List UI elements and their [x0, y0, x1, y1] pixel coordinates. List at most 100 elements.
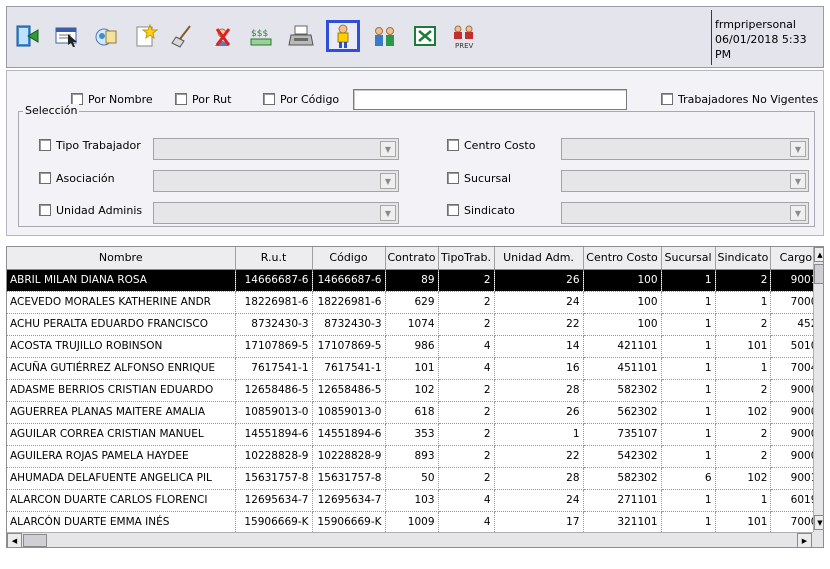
table-cell: 17107869-5	[312, 335, 386, 358]
group-button[interactable]	[368, 20, 402, 52]
table-cell: ABRIL MILAN DIANA ROSA	[7, 269, 236, 292]
column-header[interactable]: Nombre	[7, 247, 236, 270]
por-rut-checkbox[interactable]	[175, 93, 187, 105]
table-cell: AGUILERA ROJAS PAMELA HAYDEE	[7, 445, 236, 468]
table-row[interactable]: ACEVEDO MORALES KATHERINE ANDR 18226981-6…	[7, 291, 822, 314]
por-nombre-option[interactable]: Por Nombre	[71, 93, 153, 106]
table-cell: 89	[385, 269, 439, 292]
table-cell: ACHU PERALTA EDUARDO FRANCISCO	[7, 313, 236, 336]
toolbar: $$$ PREV frmpripersonal 06/01/2018 5:33 …	[6, 6, 824, 68]
tipo-trabajador-select[interactable]: ▼	[153, 138, 399, 160]
por-codigo-option[interactable]: Por Código	[263, 93, 339, 106]
table-row[interactable]: AGUILAR CORREA CRISTIAN MANUEL 14551894-6…	[7, 423, 822, 446]
table-row[interactable]: ABRIL MILAN DIANA ROSA 14666687-6 14666687…	[7, 269, 822, 292]
table-row[interactable]: ALARCÓN DUARTE EMMA INÉS 15906669-K 159066…	[7, 511, 822, 534]
sucursal-checkbox[interactable]	[447, 172, 459, 184]
table-row[interactable]: ADASME BERRIOS CRISTIAN EDUARDO 12658486-…	[7, 379, 822, 402]
view-icon	[95, 28, 117, 46]
excel-button[interactable]	[408, 20, 442, 52]
clean-button[interactable]	[167, 20, 201, 52]
asociacion-checkbox[interactable]	[39, 172, 51, 184]
vertical-scroll-thumb[interactable]	[814, 264, 823, 284]
sindicato-checkbox[interactable]	[447, 204, 459, 216]
horizontal-scroll-thumb[interactable]	[23, 534, 47, 547]
money-button[interactable]: $$$	[245, 20, 279, 52]
sucursal-select[interactable]: ▼	[561, 170, 809, 192]
new-button[interactable]	[128, 20, 162, 52]
table-row[interactable]: ACHU PERALTA EDUARDO FRANCISCO 8732430-3 8…	[7, 313, 822, 336]
chevron-down-icon[interactable]: ▼	[380, 141, 396, 157]
centro-costo-checkbox[interactable]	[447, 139, 459, 151]
table-cell: 26	[494, 401, 584, 424]
column-header[interactable]: Sindicato	[715, 247, 772, 270]
print-button[interactable]	[284, 20, 318, 52]
table-cell: 12658486-5	[312, 379, 386, 402]
unidad-adminis-option[interactable]: Unidad Adminis	[39, 204, 142, 217]
chevron-down-icon[interactable]: ▼	[790, 173, 806, 189]
table-row[interactable]: AGUERREA PLANAS MAITERE AMALIA 10859013-0…	[7, 401, 822, 424]
scroll-up-button[interactable]: ▲	[814, 247, 823, 262]
sindicato-select[interactable]: ▼	[561, 202, 809, 224]
vertical-scrollbar[interactable]: ▲ ▼	[813, 247, 823, 532]
table-cell: 15906669-K	[235, 511, 313, 534]
preview-label: PREV	[455, 42, 474, 50]
scroll-left-button[interactable]: ◀	[7, 533, 22, 547]
table-row[interactable]: ACUÑA GUTIÉRREZ ALFONSO ENRIQUE 7617541-1…	[7, 357, 822, 380]
preview-button[interactable]: PREV	[447, 20, 481, 52]
no-vigentes-checkbox[interactable]	[661, 93, 673, 105]
column-header[interactable]: R.u.t	[235, 247, 313, 270]
chevron-down-icon[interactable]: ▼	[380, 173, 396, 189]
employee-grid[interactable]: Nombre R.u.t Código Contrato TipoTrab. U…	[6, 246, 824, 548]
status-info: frmpripersonal 06/01/2018 5:33 PM	[715, 17, 823, 62]
table-cell: ADASME BERRIOS CRISTIAN EDUARDO	[7, 379, 236, 402]
seleccion-title: Selección	[23, 104, 80, 117]
column-header[interactable]: Contrato	[385, 247, 439, 270]
table-cell: 2	[438, 401, 495, 424]
search-input[interactable]	[353, 89, 627, 110]
unidad-adminis-select[interactable]: ▼	[153, 202, 399, 224]
delete-button[interactable]	[206, 20, 240, 52]
tipo-trabajador-option[interactable]: Tipo Trabajador	[39, 139, 141, 152]
asociacion-option[interactable]: Asociación	[39, 172, 115, 185]
table-cell: 451101	[583, 357, 662, 380]
table-cell: 629	[385, 291, 439, 314]
table-cell: 102	[385, 379, 439, 402]
view-button[interactable]	[89, 20, 123, 52]
tipo-trabajador-checkbox[interactable]	[39, 139, 51, 151]
table-row[interactable]: AHUMADA DELAFUENTE ANGELICA PIL 15631757-…	[7, 467, 822, 490]
column-header[interactable]: Centro Costo	[583, 247, 662, 270]
table-cell: 2	[438, 467, 495, 490]
select-button[interactable]	[50, 20, 84, 52]
asociacion-select[interactable]: ▼	[153, 170, 399, 192]
table-row[interactable]: AGUILERA ROJAS PAMELA HAYDEE 10228828-9 10…	[7, 445, 822, 468]
table-cell: ACOSTA TRUJILLO ROBINSON	[7, 335, 236, 358]
column-header[interactable]: Código	[312, 247, 386, 270]
scroll-right-button[interactable]: ▶	[797, 533, 812, 547]
sucursal-option[interactable]: Sucursal	[447, 172, 511, 185]
chevron-down-icon[interactable]: ▼	[790, 205, 806, 221]
column-header[interactable]: Sucursal	[661, 247, 716, 270]
por-nombre-label: Por Nombre	[88, 93, 153, 106]
por-rut-option[interactable]: Por Rut	[175, 93, 231, 106]
column-header[interactable]: Unidad Adm.	[494, 247, 584, 270]
chevron-down-icon[interactable]: ▼	[380, 205, 396, 221]
centro-costo-option[interactable]: Centro Costo	[447, 139, 535, 152]
column-header[interactable]: TipoTrab.	[438, 247, 495, 270]
sindicato-option[interactable]: Sindicato	[447, 204, 515, 217]
table-row[interactable]: ACOSTA TRUJILLO ROBINSON 17107869-5 171078…	[7, 335, 822, 358]
scroll-down-button[interactable]: ▼	[814, 515, 823, 530]
unidad-adminis-checkbox[interactable]	[39, 204, 51, 216]
exit-button[interactable]	[11, 20, 45, 52]
no-vigentes-option[interactable]: Trabajadores No Vigentes	[661, 93, 818, 106]
centro-costo-select[interactable]: ▼	[561, 138, 809, 160]
table-cell: 8732430-3	[312, 313, 386, 336]
table-row[interactable]: ALARCON DUARTE CARLOS FLORENCI 12695634-7…	[7, 489, 822, 512]
sucursal-label: Sucursal	[464, 172, 512, 185]
por-codigo-checkbox[interactable]	[263, 93, 275, 105]
excel-icon	[414, 26, 436, 46]
chevron-down-icon[interactable]: ▼	[790, 141, 806, 157]
person-button[interactable]	[326, 20, 360, 52]
horizontal-scrollbar[interactable]: ◀ ▶	[7, 532, 813, 547]
table-cell: 893	[385, 445, 439, 468]
table-cell: 100	[583, 291, 662, 314]
